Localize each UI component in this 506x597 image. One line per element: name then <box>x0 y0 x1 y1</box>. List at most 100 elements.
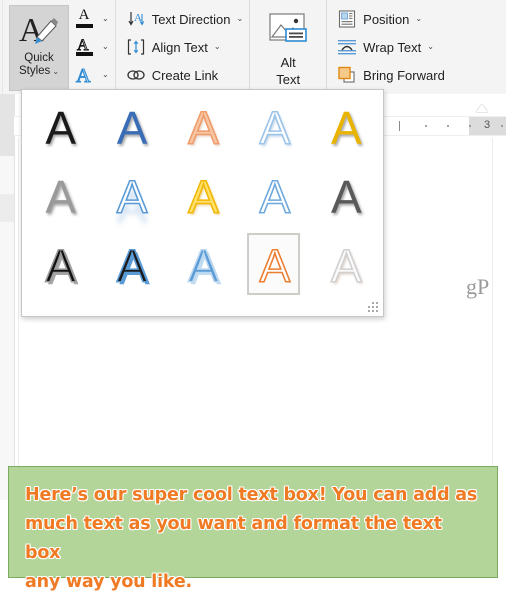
ruler-tick <box>425 125 427 127</box>
text-direction-label: Text Direction <box>151 11 231 27</box>
gallery-style-fill-gold-plain[interactable]: A <box>311 94 382 163</box>
gallery-style-fill-black-plain[interactable]: A <box>25 94 96 163</box>
text-box-line: much text as you want and format the tex… <box>25 514 442 563</box>
ribbon-group-wordart-styles: A Quick Styles ⌄ A ⌄ A ⌄ A ⌄ <box>3 0 115 94</box>
gallery-style-fill-blue-plain[interactable]: A <box>96 94 167 163</box>
text-effects-button[interactable]: A ⌄ <box>74 63 109 87</box>
text-fill-button[interactable]: A ⌄ <box>74 7 109 31</box>
ribbon-group-accessibility: Alt Text <box>249 0 326 94</box>
bring-forward-button[interactable]: Bring Forward <box>337 62 445 89</box>
position-icon <box>337 9 357 29</box>
gallery-style-fill-white-reflect-blue[interactable]: A <box>96 163 167 232</box>
chevron-down-icon[interactable]: ⌄ <box>102 15 109 23</box>
gallery-style-fill-yellow-outline-gold[interactable]: A <box>168 163 239 232</box>
gallery-style-fill-gray-gradient[interactable]: A <box>25 163 96 232</box>
document-page-text: gP <box>466 274 490 299</box>
gallery-style-fill-black-shadow[interactable]: A <box>25 231 96 300</box>
chevron-down-icon[interactable]: ⌄ <box>214 43 221 51</box>
text-box-line: any way you like. <box>25 572 192 592</box>
text-box-line: Here’s our super cool text box! You can … <box>25 485 478 505</box>
alt-text-button[interactable]: Alt Text <box>256 5 320 91</box>
gallery-style-letter: A <box>330 102 362 155</box>
svg-text:A: A <box>19 12 44 49</box>
svg-text:A: A <box>76 65 91 86</box>
resize-grip-icon[interactable] <box>368 302 378 312</box>
word-app-window: A Quick Styles ⌄ A ⌄ A ⌄ A ⌄ A Text Dire… <box>0 0 506 592</box>
ribbon-toolbar: A Quick Styles ⌄ A ⌄ A ⌄ A ⌄ A Text Dire… <box>0 0 506 95</box>
quick-styles-button[interactable]: A Quick Styles ⌄ <box>9 5 69 91</box>
svg-text:A: A <box>77 37 89 52</box>
quick-styles-label2-text: Styles <box>18 65 51 77</box>
gallery-style-fill-white-outline-gray[interactable]: A <box>311 231 382 300</box>
gallery-style-letter: A <box>45 170 77 223</box>
document-left-edge <box>18 138 19 500</box>
align-text-icon <box>126 37 146 57</box>
quick-styles-label-line2: Styles ⌄ <box>19 65 59 78</box>
alt-text-picture-icon <box>266 11 310 54</box>
chevron-down-icon[interactable]: ⌄ <box>52 67 59 76</box>
gallery-style-fill-darkgray-plain[interactable]: A <box>311 163 382 232</box>
wordart-small-buttons: A ⌄ A ⌄ A ⌄ <box>74 7 109 87</box>
gallery-style-letter: A <box>330 170 362 223</box>
document-text-box[interactable]: Here’s our super cool text box! You can … <box>8 466 498 592</box>
position-label: Position <box>363 11 410 27</box>
gallery-style-fill-black-shadow-blue[interactable]: A <box>96 231 167 300</box>
ruler-tab-mark <box>399 121 400 131</box>
wrap-text-icon <box>337 37 357 57</box>
chevron-down-icon[interactable]: ⌄ <box>236 15 243 23</box>
gallery-style-letter: A <box>187 239 219 292</box>
gallery-style-letter: A <box>330 239 362 292</box>
text-outline-icon: A <box>74 36 94 58</box>
create-link-label: Create Link <box>151 67 219 83</box>
gallery-style-fill-peach-outline-orange[interactable]: A <box>168 94 239 163</box>
alt-text-label-line2: Text <box>276 72 301 87</box>
gallery-style-letter: A <box>116 239 148 292</box>
ribbon-group-arrange: Position ⌄ Wrap Text ⌄ Bring Forward <box>326 0 451 94</box>
gallery-style-fill-white-outline-lightblue[interactable]: A <box>239 94 310 163</box>
align-text-button[interactable]: Align Text ⌄ <box>126 34 243 61</box>
ruler-tick <box>469 125 471 127</box>
gallery-style-fill-white-outline-blue-thin[interactable]: A <box>239 163 310 232</box>
bring-forward-icon <box>337 65 357 85</box>
gallery-style-letter: A <box>116 102 148 155</box>
text-effects-icon: A <box>74 64 94 86</box>
ruler-number: 3 <box>484 119 491 131</box>
create-link-button[interactable]: Create Link <box>126 62 243 89</box>
gallery-style-letter: A <box>259 239 291 292</box>
chevron-down-icon[interactable]: ⌄ <box>102 43 109 51</box>
text-outline-button[interactable]: A ⌄ <box>74 35 109 59</box>
gallery-style-letter: A <box>45 239 77 292</box>
gallery-style-letter: A <box>45 102 77 155</box>
ruler-tick <box>447 125 449 127</box>
gallery-style-fill-white-outline-orange[interactable]: A <box>239 231 310 300</box>
align-text-label: Align Text <box>151 39 208 55</box>
quick-styles-gallery[interactable]: AAAAAAAAAAAAAAA <box>21 89 384 317</box>
text-box-content: Here’s our super cool text box! You can … <box>25 481 481 597</box>
wrap-text-label: Wrap Text <box>363 39 422 55</box>
hanging-indent-marker[interactable] <box>476 104 488 112</box>
quick-styles-label-line1: Quick <box>24 52 54 64</box>
bring-forward-label: Bring Forward <box>363 67 445 83</box>
gallery-style-letter: A <box>259 170 291 223</box>
vertical-ruler-segment <box>0 194 14 222</box>
chevron-down-icon[interactable]: ⌄ <box>102 71 109 79</box>
position-button[interactable]: Position ⌄ <box>337 6 445 33</box>
gallery-style-letter: A <box>116 170 148 223</box>
ribbon-group-text: A Text Direction ⌄ Align Text ⌄ Create L… <box>114 0 249 94</box>
text-group-items: A Text Direction ⌄ Align Text ⌄ Create L… <box>122 6 243 89</box>
vertical-ruler-margin-top <box>0 94 14 156</box>
vertical-ruler[interactable] <box>0 94 15 500</box>
text-direction-button[interactable]: A Text Direction ⌄ <box>126 6 243 33</box>
gallery-style-letter: A <box>187 170 219 223</box>
wrap-text-button[interactable]: Wrap Text ⌄ <box>337 34 445 61</box>
gallery-style-letter: A <box>187 102 219 155</box>
document-right-edge <box>492 138 493 500</box>
wordart-quick-styles-icon: A <box>17 10 61 52</box>
gallery-style-fill-blue-shadow-lightblue[interactable]: A <box>168 231 239 300</box>
text-direction-icon: A <box>126 9 146 29</box>
text-fill-icon: A <box>74 8 94 30</box>
arrange-group-items: Position ⌄ Wrap Text ⌄ Bring Forward <box>333 6 445 89</box>
chevron-down-icon[interactable]: ⌄ <box>415 15 422 23</box>
quick-styles-gallery-grid: AAAAAAAAAAAAAAA <box>25 94 382 300</box>
chevron-down-icon[interactable]: ⌄ <box>427 43 434 51</box>
